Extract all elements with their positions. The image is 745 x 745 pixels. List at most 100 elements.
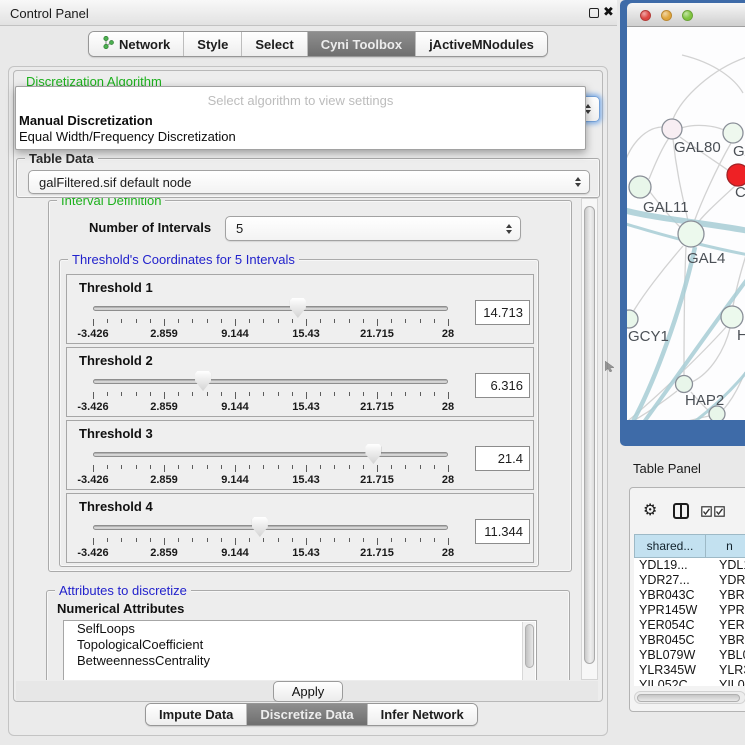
numerical-attributes-label: Numerical Attributes: [57, 601, 184, 616]
node-top[interactable]: [723, 123, 743, 143]
table-scroll-thumb[interactable]: [637, 694, 740, 702]
table-cell: YLR3: [719, 663, 745, 677]
tab-cyni-toolbox[interactable]: Cyni Toolbox: [307, 32, 415, 56]
table-row[interactable]: YBR043CYBR0: [634, 588, 745, 603]
threshold-value-field[interactable]: 14.713: [475, 300, 530, 325]
algorithm-option-manual-discretization[interactable]: Manual Discretization: [19, 113, 153, 128]
network-canvas[interactable]: GAL80GAL11GAL4GCY1HAP2GACH: [627, 27, 745, 420]
slider-tick: [391, 319, 392, 323]
threshold-slider-track[interactable]: [93, 306, 448, 311]
mode-tab-discretize-data[interactable]: Discretize Data: [246, 704, 366, 725]
zoom-light[interactable]: [682, 10, 693, 21]
close-icon[interactable]: ✖: [603, 4, 614, 20]
tab-network[interactable]: Network: [89, 32, 183, 56]
table-cell: YIL052C: [639, 678, 688, 686]
split-column-icon[interactable]: [673, 503, 689, 519]
slider-tick: [391, 392, 392, 396]
attributes-list-scrollbar[interactable]: [522, 622, 535, 680]
tab-jactivemnodules[interactable]: jActiveMNodules: [415, 32, 547, 56]
threshold-value-field[interactable]: 11.344: [475, 519, 530, 544]
node-red[interactable]: [727, 164, 745, 186]
table-row[interactable]: YER054CYER0: [634, 618, 745, 633]
settings-scrollbar[interactable]: [581, 198, 598, 680]
tab-style[interactable]: Style: [183, 32, 241, 56]
slider-tick-label: 15.43: [292, 328, 320, 340]
algorithm-dropdown-popup: Select algorithm to view settings Manual…: [15, 86, 586, 150]
table-row[interactable]: YIL052CYIL0: [634, 678, 745, 686]
table-cell: YBR0: [719, 633, 745, 647]
slider-tick: [249, 465, 250, 469]
table-row[interactable]: YDL19...YDL1: [634, 558, 745, 573]
network-icon: [102, 36, 114, 52]
slider-tick: [107, 538, 108, 542]
slider-tick: [136, 465, 137, 469]
slider-tick: [292, 392, 293, 396]
slider-tick-label: 21.715: [360, 328, 394, 340]
threshold-slider-thumb[interactable]: [365, 444, 381, 464]
threshold-slider-thumb[interactable]: [195, 371, 211, 391]
number-of-intervals-value: 5: [236, 221, 243, 236]
table-cell: YER0: [719, 618, 745, 632]
node-pink[interactable]: [662, 119, 682, 139]
slider-tick: [93, 465, 94, 472]
tab-select[interactable]: Select: [241, 32, 306, 56]
table-column-header-shared-[interactable]: shared...: [634, 534, 706, 558]
threshold-slider-track[interactable]: [93, 379, 448, 384]
slider-tick: [278, 319, 279, 323]
slider-tick: [192, 465, 193, 469]
threshold-slider-thumb[interactable]: [290, 298, 306, 318]
table-row[interactable]: YBL079WYBL0: [634, 648, 745, 663]
float-window-icon[interactable]: [589, 8, 599, 18]
mode-tab-impute-data[interactable]: Impute Data: [146, 704, 246, 725]
threshold-value-field[interactable]: 21.4: [475, 446, 530, 471]
node-gal4[interactable]: [678, 221, 704, 247]
table-row[interactable]: YLR345WYLR3: [634, 663, 745, 678]
table-cell: YBR043C: [639, 588, 695, 602]
node-hap2[interactable]: [676, 376, 693, 393]
slider-tick: [292, 538, 293, 542]
threshold-slider-track[interactable]: [93, 525, 448, 530]
slider-tick: [164, 392, 165, 399]
attribute-item-betweennesscentrality[interactable]: BetweennessCentrality: [64, 653, 536, 669]
table-column-header-n[interactable]: n: [706, 534, 745, 558]
mode-tab-infer-network[interactable]: Infer Network: [367, 704, 477, 725]
checkbox-icon[interactable]: [701, 506, 712, 517]
slider-tick: [349, 392, 350, 396]
slider-tick-label: -3.426: [77, 401, 108, 413]
table-data-combo[interactable]: galFiltered.sif default node: [28, 170, 590, 194]
tab-label: Cyni Toolbox: [321, 37, 402, 52]
slider-tick-label: 21.715: [360, 401, 394, 413]
attributes-list-scroll-thumb[interactable]: [525, 624, 534, 668]
slider-tick: [391, 538, 392, 542]
settings-scroll-thumb[interactable]: [584, 206, 595, 664]
control-panel-titlebar: Control Panel ✖: [0, 0, 617, 26]
node-gcy1[interactable]: [627, 310, 638, 328]
table-row[interactable]: YPR145WYPR1: [634, 603, 745, 618]
numerical-attributes-list[interactable]: SelfLoopsTopologicalCoefficientBetweenne…: [63, 620, 537, 680]
table-row[interactable]: YDR27...YDR2: [634, 573, 745, 588]
number-of-intervals-combo[interactable]: 5: [225, 216, 521, 241]
checkbox-icon[interactable]: [714, 506, 725, 517]
attribute-item-topologicalcoefficient[interactable]: TopologicalCoefficient: [64, 637, 536, 653]
network-graph: GAL80GAL11GAL4GCY1HAP2GACH: [627, 27, 745, 420]
attribute-item-selfloops[interactable]: SelfLoops: [64, 621, 536, 637]
node-right[interactable]: [721, 306, 743, 328]
apply-button[interactable]: Apply: [273, 681, 343, 702]
slider-tick-label: 28: [442, 401, 454, 413]
algorithm-option-equal-width-frequency-discretization[interactable]: Equal Width/Frequency Discretization: [19, 129, 236, 144]
node-gal11[interactable]: [629, 176, 651, 198]
table-row[interactable]: YBR045CYBR0: [634, 633, 745, 648]
tab-label: Infer Network: [381, 707, 464, 722]
threshold-slider-thumb[interactable]: [252, 517, 268, 537]
threshold-value-field[interactable]: 6.316: [475, 373, 530, 398]
slider-tick: [207, 465, 208, 469]
table-horizontal-scrollbar[interactable]: [634, 691, 745, 704]
threshold-slider-track[interactable]: [93, 452, 448, 457]
node-label-hap2: HAP2: [685, 392, 724, 409]
minimize-light[interactable]: [661, 10, 672, 21]
slider-tick: [377, 538, 378, 545]
close-light[interactable]: [640, 10, 651, 21]
slider-tick: [420, 538, 421, 542]
gear-icon[interactable]: ⚙: [643, 500, 657, 519]
slider-tick: [249, 319, 250, 323]
